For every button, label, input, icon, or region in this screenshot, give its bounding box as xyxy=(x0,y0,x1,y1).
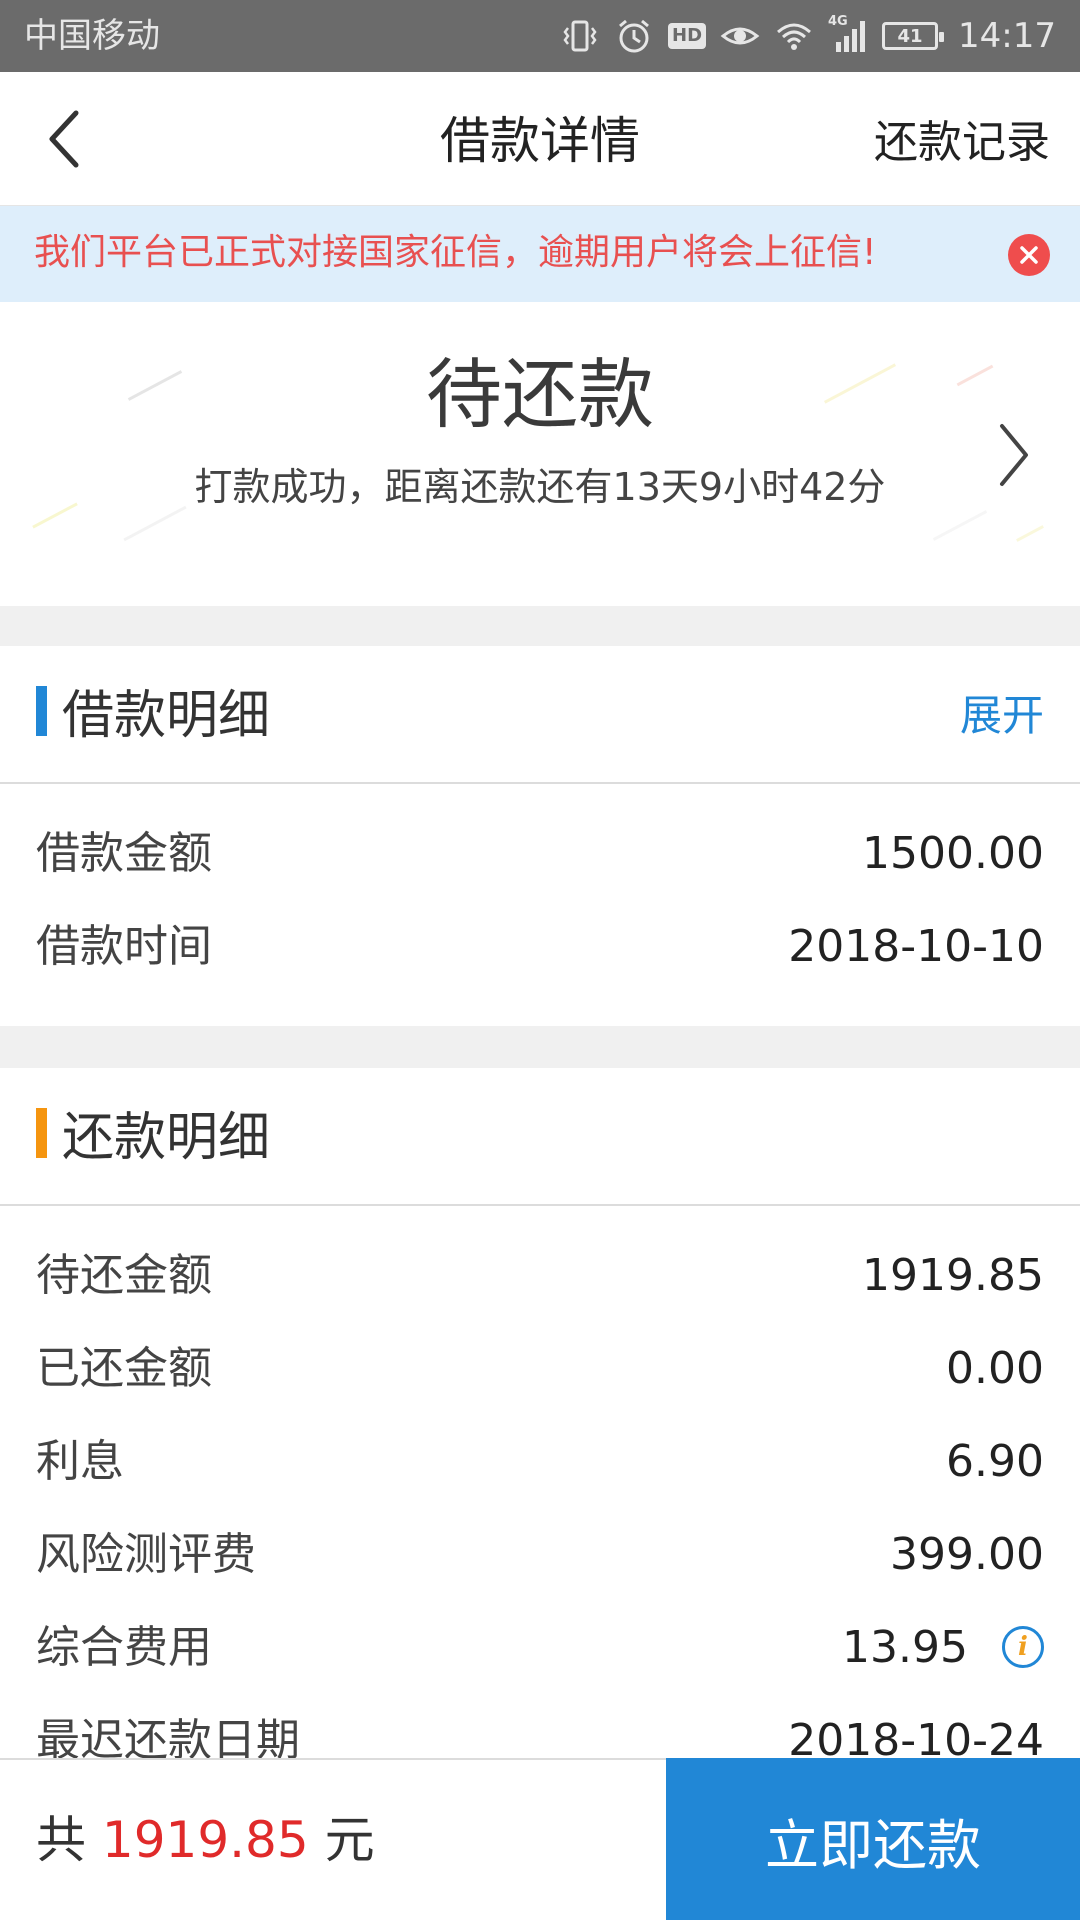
decor-streak xyxy=(932,510,988,541)
wifi-icon xyxy=(774,16,814,56)
app-header: 借款详情 还款记录 xyxy=(0,72,1080,206)
row-label: 已还金额 xyxy=(36,1343,212,1394)
vibrate-icon xyxy=(560,16,600,56)
hd-icon: HD xyxy=(668,23,707,49)
row-value: 0.00 xyxy=(946,1343,1044,1394)
total-prefix: 共 xyxy=(36,1811,86,1869)
row-label: 风险测评费 xyxy=(36,1529,256,1580)
eye-icon xyxy=(720,16,760,56)
section-title: 还款明细 xyxy=(62,1108,271,1168)
section-accent-bar xyxy=(36,686,47,736)
section-title: 借款明细 xyxy=(62,686,271,746)
section-divider xyxy=(0,1026,1080,1068)
detail-row: 借款金额 1500.00 xyxy=(0,806,1080,899)
row-value: 1919.85 xyxy=(862,1250,1044,1301)
loan-detail-section: 借款明细 展开 借款金额 1500.00 借款时间 2018-10-10 xyxy=(0,646,1080,1026)
section-header: 借款明细 展开 xyxy=(0,646,1080,784)
repayment-detail-section: 还款明细 待还金额 1919.85 已还金额 0.00 利息 6.90 风险测评… xyxy=(0,1068,1080,1758)
loan-status-subtitle: 打款成功，距离还款还有13天9小时42分 xyxy=(194,465,886,509)
row-label: 借款金额 xyxy=(36,828,212,879)
alarm-icon xyxy=(614,16,654,56)
row-value: 13.95 xyxy=(842,1622,968,1673)
notice-text: 我们平台已正式对接国家征信，逾期用户将会上征信! xyxy=(34,232,877,273)
carrier-name: 中国移动 xyxy=(24,16,160,56)
expand-button[interactable]: 展开 xyxy=(960,690,1044,742)
battery-icon: 41 xyxy=(882,22,945,50)
repay-now-button[interactable]: 立即还款 xyxy=(666,1758,1080,1920)
close-icon[interactable] xyxy=(1008,234,1050,276)
detail-row: 综合费用 13.95 i xyxy=(0,1600,1080,1693)
row-value: 1500.00 xyxy=(862,828,1044,879)
info-icon[interactable]: i xyxy=(1002,1626,1044,1668)
section-divider xyxy=(0,606,1080,646)
repayment-record-link[interactable]: 还款记录 xyxy=(874,116,1050,170)
detail-row: 已还金额 0.00 xyxy=(0,1321,1080,1414)
row-value: 399.00 xyxy=(890,1529,1044,1580)
total-amount: 1919.85 xyxy=(101,1811,309,1869)
network-type: 4G xyxy=(828,14,848,29)
status-bar: 中国移动 HD 4G 41 14:17 xyxy=(0,0,1080,72)
loan-status-card[interactable]: 待还款 打款成功，距离还款还有13天9小时42分 xyxy=(0,302,1080,606)
row-label: 借款时间 xyxy=(36,921,212,972)
bottom-bar: 共 1919.85 元 立即还款 xyxy=(0,1758,1080,1920)
chevron-left-icon xyxy=(49,110,79,168)
total-suffix: 元 xyxy=(324,1811,375,1869)
row-value: 2018-10-10 xyxy=(788,921,1044,972)
signal-icon: 4G xyxy=(828,14,868,56)
row-value: 6.90 xyxy=(946,1436,1044,1487)
detail-row: 最迟还款日期 2018-10-24 xyxy=(0,1693,1080,1758)
detail-row: 利息 6.90 xyxy=(0,1414,1080,1507)
notice-banner: 我们平台已正式对接国家征信，逾期用户将会上征信! xyxy=(0,206,1080,302)
row-label: 最迟还款日期 xyxy=(36,1715,300,1758)
detail-row: 待还金额 1919.85 xyxy=(0,1228,1080,1321)
row-label: 综合费用 xyxy=(36,1622,212,1673)
row-value: 2018-10-24 xyxy=(788,1715,1044,1758)
status-icons: HD 4G 41 14:17 xyxy=(560,14,1056,58)
row-label: 利息 xyxy=(36,1436,124,1487)
back-button[interactable] xyxy=(30,104,100,174)
clock: 14:17 xyxy=(958,16,1056,56)
detail-row: 借款时间 2018-10-10 xyxy=(0,899,1080,992)
total-amount-text: 共 1919.85 元 xyxy=(36,1808,375,1872)
chevron-right-icon xyxy=(1000,424,1028,486)
section-accent-bar xyxy=(36,1108,47,1158)
decor-streak xyxy=(1016,525,1044,542)
loan-status-title: 待还款 xyxy=(426,350,654,439)
detail-row: 风险测评费 399.00 xyxy=(0,1507,1080,1600)
section-header: 还款明细 xyxy=(0,1068,1080,1206)
row-label: 待还金额 xyxy=(36,1250,212,1301)
